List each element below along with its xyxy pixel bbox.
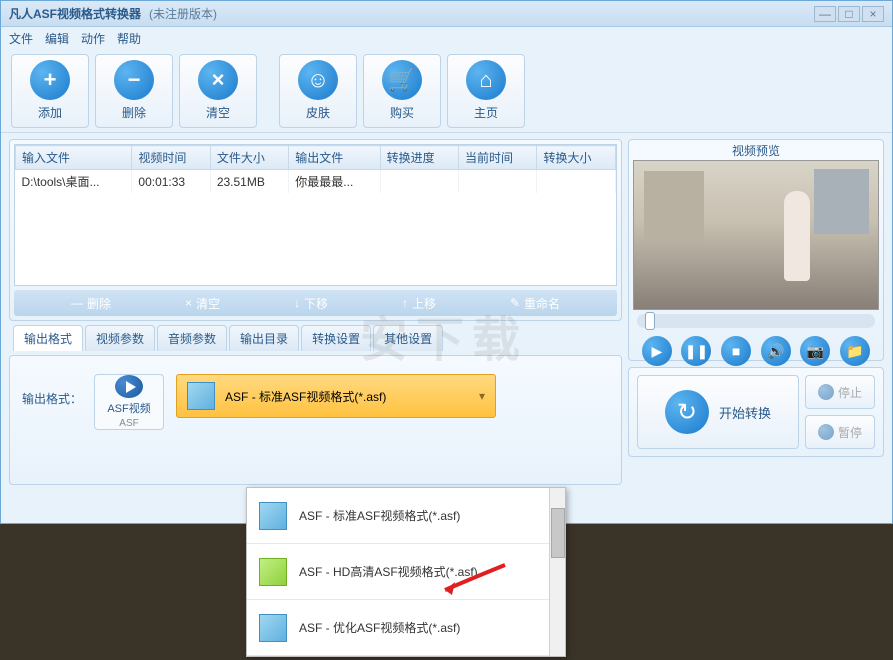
col-size[interactable]: 文件大小 [210, 146, 288, 170]
scrollbar-thumb[interactable] [551, 508, 565, 558]
preview-panel: 视频预览 ▶ ❚❚ ■ 🔊 📷 📁 [628, 139, 884, 361]
tab-output-dir[interactable]: 输出目录 [229, 325, 299, 351]
convert-icon: ↻ [665, 390, 709, 434]
table-row[interactable]: D:\tools\桌面... 00:01:33 23.51MB 你最最最... [16, 170, 616, 194]
menu-file[interactable]: 文件 [9, 30, 33, 47]
tab-audio-params[interactable]: 音频参数 [157, 325, 227, 351]
skin-button[interactable]: ☺ 皮肤 [279, 54, 357, 128]
footer-delete[interactable]: — 删除 [71, 295, 111, 312]
seek-slider[interactable] [637, 314, 875, 328]
delete-button[interactable]: − 删除 [95, 54, 173, 128]
footer-rename[interactable]: ✎ 重命名 [510, 295, 560, 312]
slider-thumb[interactable] [645, 312, 655, 330]
clear-button[interactable]: × 清空 [179, 54, 257, 128]
home-icon: ⌂ [466, 60, 506, 100]
tab-convert-settings[interactable]: 转换设置 [301, 325, 371, 351]
stop-media-button[interactable]: ■ [721, 336, 751, 366]
format-option-optimized[interactable]: ASF - 优化ASF视频格式(*.asf) [247, 600, 565, 656]
buy-button[interactable]: 🛒 购买 [363, 54, 441, 128]
menu-action[interactable]: 动作 [81, 30, 105, 47]
stop-button[interactable]: 停止 [805, 375, 875, 409]
cube-icon [187, 382, 215, 410]
output-format-label: 输出格式： [22, 374, 82, 407]
footer-moveup[interactable]: ↑ 上移 [402, 295, 436, 312]
action-panel: ↻ 开始转换 停止 暂停 [628, 367, 884, 457]
asf-format-icon[interactable]: ASF视频 ASF [94, 374, 164, 430]
app-window: 凡人ASF视频格式转换器 (未注册版本) — □ × 文件 编辑 动作 帮助 +… [0, 0, 893, 524]
output-format-panel: 输出格式： ASF视频 ASF ASF - 标准ASF视频格式(*.asf) ▾ [9, 355, 622, 485]
titlebar: 凡人ASF视频格式转换器 (未注册版本) — □ × [1, 1, 892, 27]
tab-output-format[interactable]: 输出格式 [13, 325, 83, 351]
col-output[interactable]: 输出文件 [289, 146, 380, 170]
add-button[interactable]: + 添加 [11, 54, 89, 128]
start-convert-button[interactable]: ↻ 开始转换 [637, 375, 799, 449]
preview-title: 视频预览 [629, 140, 883, 160]
menubar: 文件 编辑 动作 帮助 [1, 27, 892, 49]
col-progress[interactable]: 转换进度 [380, 146, 458, 170]
col-curtime[interactable]: 当前时间 [459, 146, 537, 170]
toolbar: + 添加 − 删除 × 清空 ☺ 皮肤 🛒 购买 ⌂ 主页 [1, 49, 892, 133]
x-icon: × [198, 60, 238, 100]
popup-scrollbar[interactable] [549, 488, 565, 656]
close-button[interactable]: × [862, 6, 884, 22]
plus-icon: + [30, 60, 70, 100]
table-footer: — 删除 × 清空 ↓ 下移 ↑ 上移 ✎ 重命名 [14, 290, 617, 316]
chevron-down-icon: ▾ [479, 389, 485, 403]
settings-tabs: 输出格式 视频参数 音频参数 输出目录 转换设置 其他设置 [9, 325, 622, 351]
cube-icon [259, 502, 287, 530]
footer-movedown[interactable]: ↓ 下移 [294, 295, 328, 312]
format-dropdown[interactable]: ASF - 标准ASF视频格式(*.asf) ▾ [176, 374, 496, 418]
col-outsize[interactable]: 转换大小 [537, 146, 616, 170]
format-dropdown-popup: ASF - 标准ASF视频格式(*.asf) ASF - HD高清ASF视频格式… [246, 487, 566, 657]
pause-button[interactable]: ❚❚ [681, 336, 711, 366]
footer-clear[interactable]: × 清空 [185, 295, 220, 312]
app-title: 凡人ASF视频格式转换器 [9, 5, 141, 22]
tab-other-settings[interactable]: 其他设置 [373, 325, 443, 351]
menu-edit[interactable]: 编辑 [45, 30, 69, 47]
format-option-standard[interactable]: ASF - 标准ASF视频格式(*.asf) [247, 488, 565, 544]
file-list-panel: 输入文件 视频时间 文件大小 输出文件 转换进度 当前时间 转换大小 D:\to… [9, 139, 622, 321]
cube-icon [259, 558, 287, 586]
pause-icon [818, 424, 834, 440]
col-duration[interactable]: 视频时间 [132, 146, 210, 170]
app-subtitle: (未注册版本) [149, 5, 217, 22]
dropdown-selected: ASF - 标准ASF视频格式(*.asf) [225, 388, 386, 405]
minus-icon: − [114, 60, 154, 100]
cart-icon: 🛒 [382, 60, 422, 100]
stop-icon [818, 384, 834, 400]
video-preview [633, 160, 879, 310]
play-icon [115, 375, 143, 398]
volume-button[interactable]: 🔊 [761, 336, 791, 366]
maximize-button[interactable]: □ [838, 6, 860, 22]
minimize-button[interactable]: — [814, 6, 836, 22]
menu-help[interactable]: 帮助 [117, 30, 141, 47]
snapshot-button[interactable]: 📷 [800, 336, 830, 366]
col-input[interactable]: 输入文件 [16, 146, 132, 170]
media-controls: ▶ ❚❚ ■ 🔊 📷 📁 [629, 332, 883, 370]
cube-icon [259, 614, 287, 642]
format-option-hd[interactable]: ASF - HD高清ASF视频格式(*.asf) [247, 544, 565, 600]
file-table: 输入文件 视频时间 文件大小 输出文件 转换进度 当前时间 转换大小 D:\to… [15, 145, 616, 193]
tab-video-params[interactable]: 视频参数 [85, 325, 155, 351]
folder-button[interactable]: 📁 [840, 336, 870, 366]
play-button[interactable]: ▶ [642, 336, 672, 366]
smile-icon: ☺ [298, 60, 338, 100]
pause-convert-button[interactable]: 暂停 [805, 415, 875, 449]
home-button[interactable]: ⌂ 主页 [447, 54, 525, 128]
